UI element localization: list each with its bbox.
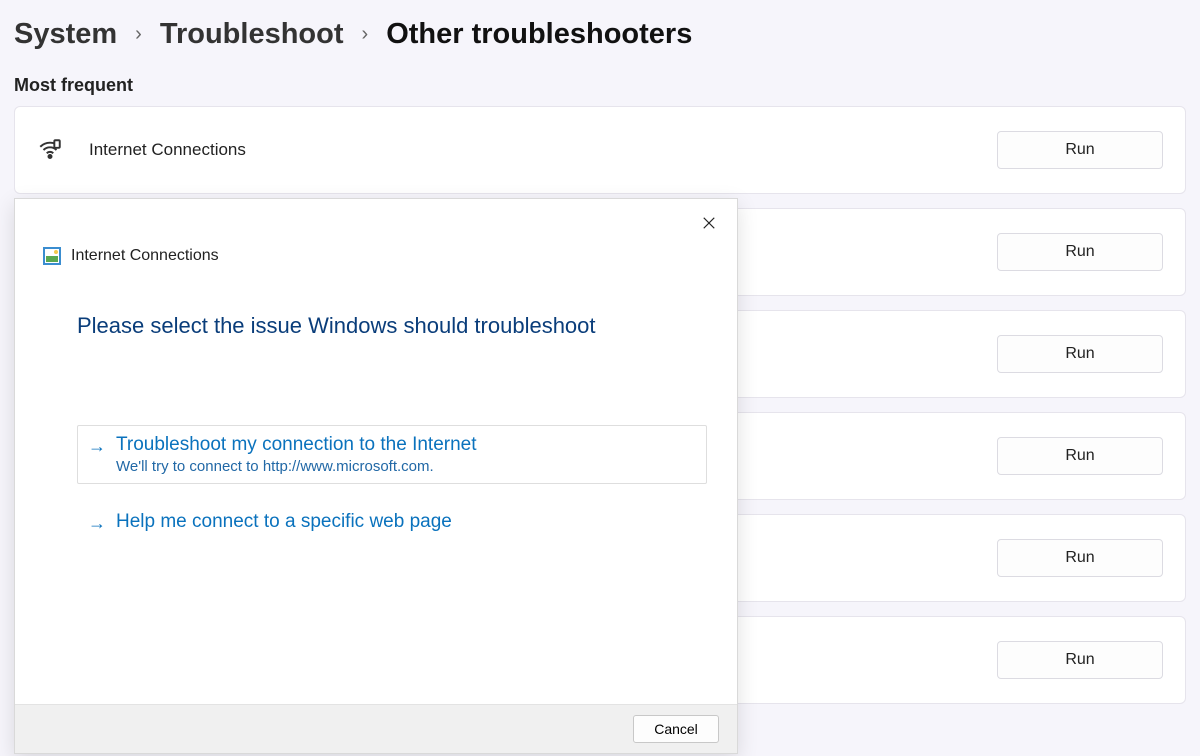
breadcrumb-system[interactable]: System bbox=[14, 18, 117, 51]
option-title: Troubleshoot my connection to the Intern… bbox=[116, 434, 477, 456]
run-button[interactable]: Run bbox=[997, 641, 1163, 679]
option-troubleshoot-internet[interactable]: → Troubleshoot my connection to the Inte… bbox=[77, 425, 707, 484]
run-button[interactable]: Run bbox=[997, 539, 1163, 577]
option-title: Help me connect to a specific web page bbox=[116, 511, 452, 533]
dialog-title: Please select the issue Windows should t… bbox=[15, 265, 737, 339]
chevron-right-icon: › bbox=[135, 23, 142, 46]
option-subtitle: We'll try to connect to http://www.micro… bbox=[116, 458, 477, 475]
dialog-footer: Cancel bbox=[15, 704, 737, 753]
run-button[interactable]: Run bbox=[997, 131, 1163, 169]
close-icon[interactable] bbox=[695, 209, 723, 237]
network-diagnostic-icon bbox=[43, 247, 61, 265]
troubleshooter-label: Internet Connections bbox=[89, 140, 997, 160]
chevron-right-icon: › bbox=[362, 23, 369, 46]
run-button[interactable]: Run bbox=[997, 233, 1163, 271]
breadcrumb-troubleshoot[interactable]: Troubleshoot bbox=[160, 18, 344, 51]
dialog-header: Internet Connections bbox=[15, 199, 737, 265]
run-button[interactable]: Run bbox=[997, 335, 1163, 373]
section-heading: Most frequent bbox=[0, 75, 1200, 106]
run-button[interactable]: Run bbox=[997, 437, 1163, 475]
troubleshooter-row: Internet Connections Run bbox=[14, 106, 1186, 194]
dialog-header-title: Internet Connections bbox=[71, 247, 219, 265]
arrow-right-icon: → bbox=[88, 511, 106, 535]
troubleshooter-dialog: Internet Connections Please select the i… bbox=[14, 198, 738, 754]
arrow-right-icon: → bbox=[88, 434, 106, 458]
option-specific-webpage[interactable]: → Help me connect to a specific web page bbox=[77, 502, 707, 544]
dialog-options: → Troubleshoot my connection to the Inte… bbox=[15, 339, 737, 544]
wifi-icon bbox=[37, 137, 63, 163]
breadcrumb-current: Other troubleshooters bbox=[386, 18, 692, 51]
cancel-button[interactable]: Cancel bbox=[633, 715, 719, 743]
breadcrumb: System › Troubleshoot › Other troublesho… bbox=[0, 0, 1200, 75]
